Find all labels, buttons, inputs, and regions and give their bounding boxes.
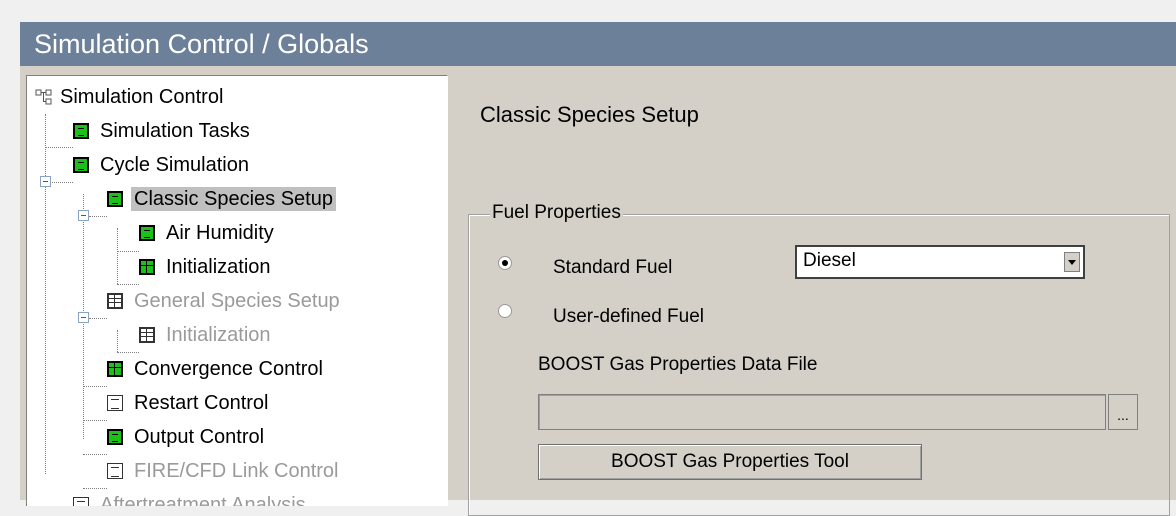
browse-button[interactable]: ... [1108, 394, 1138, 430]
window-title-bar: Simulation Control / Globals [20, 22, 1176, 66]
collapse-icon[interactable] [78, 210, 89, 221]
tree-line [83, 420, 107, 421]
simulation-control-window: Simulation Control / Globals Simulation … [20, 22, 1176, 516]
window-title: Simulation Control / Globals [34, 29, 369, 59]
tree-line [45, 147, 73, 148]
tree-item-label: Air Humidity [166, 222, 274, 244]
white-node-icon [73, 497, 89, 506]
collapse-icon[interactable] [78, 312, 89, 323]
fuel-select-value: Diesel [803, 250, 856, 271]
tree-item-label: Output Control [134, 426, 265, 448]
tree-root-simulation-control[interactable]: Simulation Control [35, 82, 226, 112]
green-node-icon [139, 225, 155, 241]
white-node-icon [107, 395, 123, 411]
tree-item-label: FIRE/CFD Link Control [134, 460, 339, 482]
tree-item-simulation-tasks[interactable]: Simulation Tasks [73, 116, 253, 146]
green-node-icon [107, 429, 123, 445]
tree-line [117, 352, 139, 353]
green-node-icon [73, 157, 89, 173]
tree-line [83, 488, 107, 489]
tree-item-label: Simulation Control [60, 86, 224, 108]
tree-item-restart-control[interactable]: Restart Control [107, 388, 272, 418]
tree-item-label: Restart Control [134, 392, 269, 414]
navigation-tree[interactable]: Simulation Control Simulation Tasks Cycl… [26, 75, 448, 506]
tree-line [117, 284, 139, 285]
user-defined-fuel-label: User-defined Fuel [553, 306, 705, 327]
tree-line [117, 330, 118, 352]
user-defined-fuel-radio[interactable] [498, 304, 512, 318]
tree-line [83, 386, 107, 387]
tree-item-label: General Species Setup [134, 290, 340, 312]
tree-line [117, 251, 139, 252]
tree-line [89, 318, 107, 319]
tree-item-label: Simulation Tasks [100, 120, 250, 142]
data-file-input[interactable] [538, 394, 1106, 430]
collapse-icon[interactable] [40, 176, 51, 187]
tree-item-label: Classic Species Setup [131, 187, 336, 211]
tree-item-general-species-setup[interactable]: General Species Setup [107, 286, 343, 316]
tree-item-label: Initialization [166, 324, 271, 346]
fuel-properties-legend: Fuel Properties [490, 202, 623, 224]
tree-line [83, 454, 107, 455]
tree-item-initialization-general[interactable]: Initialization [139, 320, 274, 350]
green-node-icon [73, 123, 89, 139]
green-table-icon [139, 259, 155, 275]
tree-item-initialization[interactable]: Initialization [139, 252, 274, 282]
data-file-label: BOOST Gas Properties Data File [538, 354, 818, 375]
fuel-select[interactable]: Diesel [795, 245, 1085, 279]
dropdown-arrow-icon[interactable] [1064, 252, 1080, 272]
white-node-icon [107, 463, 123, 479]
tree-item-air-humidity[interactable]: Air Humidity [139, 218, 277, 248]
tree-item-cycle-simulation[interactable]: Cycle Simulation [73, 150, 252, 180]
tree-line [45, 114, 46, 474]
tree-line [89, 216, 107, 217]
tree-line [50, 182, 73, 183]
tree-item-fire-cfd-link-control[interactable]: FIRE/CFD Link Control [107, 456, 342, 486]
panel-title: Classic Species Setup [480, 102, 699, 127]
tree-line [117, 228, 118, 284]
tree-item-label: Initialization [166, 256, 271, 278]
green-node-icon [107, 191, 123, 207]
tree-item-label: Cycle Simulation [100, 154, 249, 176]
standard-fuel-radio[interactable] [498, 256, 512, 270]
tree-item-aftertreatment-analysis[interactable]: Aftertreatment Analysis [73, 490, 309, 506]
gas-properties-tool-button[interactable]: BOOST Gas Properties Tool [538, 444, 922, 480]
tree-item-classic-species-setup[interactable]: Classic Species Setup [107, 184, 336, 214]
tree-item-convergence-control[interactable]: Convergence Control [107, 354, 326, 384]
green-table-icon [107, 361, 123, 377]
standard-fuel-label: Standard Fuel [553, 257, 673, 278]
table-icon [139, 327, 155, 343]
tree-structure-icon [35, 84, 53, 105]
tree-item-label: Convergence Control [134, 358, 323, 380]
tree-item-output-control[interactable]: Output Control [107, 422, 267, 452]
table-icon [107, 293, 123, 309]
